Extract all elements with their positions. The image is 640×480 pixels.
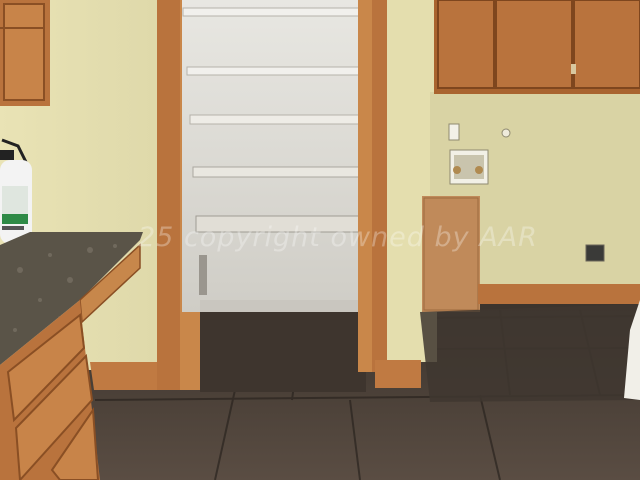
closet-hinge — [199, 255, 207, 295]
closet-walkway-floor — [200, 312, 366, 392]
dryer-outlet — [585, 244, 605, 262]
washer-hookup-box — [449, 149, 489, 185]
laundry-floor — [420, 304, 640, 402]
baseboard-right — [478, 284, 640, 304]
photo-illustration — [0, 0, 640, 480]
door-frame-right-inner — [358, 0, 372, 372]
baseboard-middle — [375, 360, 421, 388]
photo-scene: 25 copyright owned by AAR — [0, 0, 640, 480]
upper-cabinet-door-3 — [573, 0, 640, 89]
wood-panel — [422, 196, 480, 312]
upper-cabinet-door-1 — [437, 0, 495, 89]
electrical-outlet — [448, 123, 460, 141]
closet-interior — [182, 0, 366, 312]
closet-floor — [200, 300, 360, 312]
gas-valve — [501, 128, 511, 138]
upper-cabinet-door-2 — [495, 0, 573, 89]
cabinet-knob — [571, 64, 576, 74]
upper-cabinet-left-panel — [3, 3, 45, 101]
